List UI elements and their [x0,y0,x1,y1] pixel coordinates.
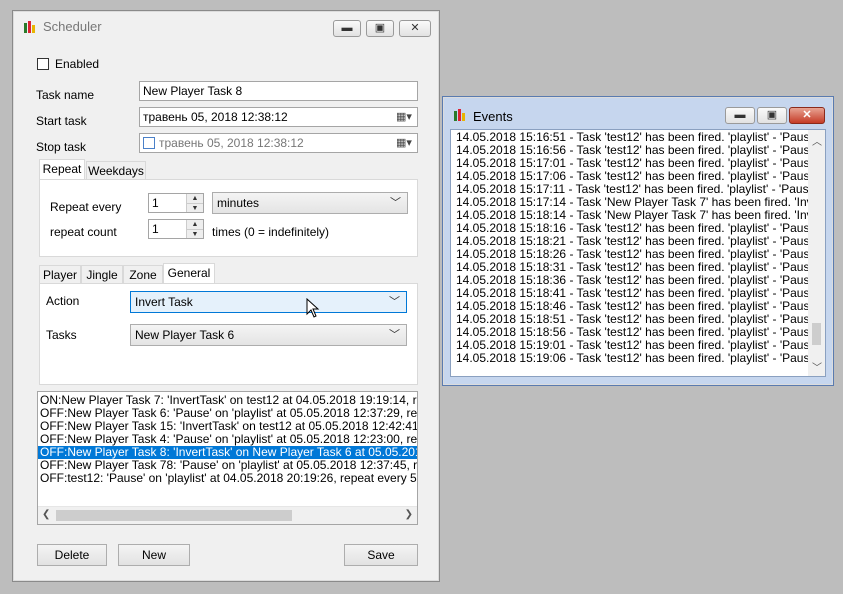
repeat-unit-select[interactable]: minutes ﹀ [212,192,408,214]
stepper-down-icon[interactable]: ▼ [187,204,203,212]
minimize-icon: ▬ [734,109,746,121]
events-title: Events [473,109,513,124]
action-select[interactable]: Invert Task ﹀ [130,291,407,313]
repeat-count-value: 1 [152,222,159,236]
vertical-scrollbar[interactable]: ︿ ﹀ [808,130,825,376]
stop-task-datepicker[interactable]: травень 05, 2018 12:38:12 ▦▾ [139,133,418,153]
tasks-label: Tasks [46,328,77,342]
app-icon [454,109,465,121]
app-icon [24,21,35,33]
start-task-datepicker[interactable]: травень 05, 2018 12:38:12 ▦▾ [139,107,418,127]
maximize-button[interactable]: ▣ [366,20,394,37]
chevron-left-icon[interactable]: ❮ [42,509,50,520]
close-icon: ✕ [802,109,812,121]
repeat-every-value: 1 [152,196,159,210]
chevron-down-icon: ﹀ [389,329,400,341]
tab-zone[interactable]: Zone [123,265,163,284]
repeat-count-stepper[interactable]: 1 ▲ ▼ [148,219,204,239]
stepper-buttons[interactable]: ▲ ▼ [186,194,203,212]
stepper-up-icon[interactable]: ▲ [187,194,203,204]
tasks-select[interactable]: New Player Task 6 ﹀ [130,324,407,346]
tab-repeat[interactable]: Repeat [39,159,85,180]
chevron-down-icon: ﹀ [390,197,401,209]
tab-general[interactable]: General [163,263,215,284]
stepper-up-icon[interactable]: ▲ [187,220,203,230]
enabled-checkbox[interactable] [37,58,49,70]
chevron-up-icon[interactable]: ︿ [812,133,822,148]
maximize-icon: ▣ [766,109,778,121]
events-log[interactable]: 14.05.2018 15:16:51 - Task 'test12' has … [450,129,826,377]
calendar-icon[interactable]: ▦▾ [396,110,414,124]
scrollbar-thumb[interactable] [812,323,821,345]
task-list-rows: ON:New Player Task 7: 'InvertTask' on te… [38,392,417,485]
chevron-down-icon: ﹀ [389,296,400,308]
mouse-cursor-icon [306,298,320,318]
events-titlebar[interactable]: Events ▬ ▣ ✕ [443,97,833,127]
events-log-rows: 14.05.2018 15:16:51 - Task 'test12' has … [451,130,825,365]
stop-task-checkbox[interactable] [143,137,155,149]
stop-task-label: Stop task [36,140,87,154]
delete-button[interactable]: Delete [37,544,107,566]
stepper-down-icon[interactable]: ▼ [187,230,203,238]
scheduler-window: Scheduler ▬ ▣ ✕ Enabled Task name New Pl… [12,10,440,582]
repeat-count-label: repeat count [50,225,117,239]
stepper-buttons[interactable]: ▲ ▼ [186,220,203,238]
task-list[interactable]: ON:New Player Task 7: 'InvertTask' on te… [37,391,418,525]
new-button[interactable]: New [118,544,190,566]
close-button[interactable]: ✕ [789,107,825,124]
close-button[interactable]: ✕ [399,20,431,37]
minimize-button[interactable]: ▬ [333,20,361,37]
tab-player[interactable]: Player [39,265,81,284]
calendar-icon[interactable]: ▦▾ [396,136,414,150]
start-task-label: Start task [36,114,87,128]
minimize-button[interactable]: ▬ [725,107,755,124]
minimize-icon: ▬ [341,22,353,34]
chevron-right-icon[interactable]: ❯ [405,509,413,520]
tasks-value: New Player Task 6 [135,328,235,342]
tab-jingle[interactable]: Jingle [81,265,123,284]
task-name-field[interactable]: New Player Task 8 [139,81,418,101]
action-label: Action [46,294,80,308]
repeat-count-hint: times (0 = indefinitely) [212,225,330,239]
repeat-every-stepper[interactable]: 1 ▲ ▼ [148,193,204,213]
close-icon: ✕ [410,22,420,34]
start-task-value: травень 05, 2018 12:38:12 [143,110,288,124]
action-value: Invert Task [135,295,193,309]
window-title: Scheduler [43,19,102,34]
stop-task-value: травень 05, 2018 12:38:12 [159,136,304,150]
repeat-panel: Repeat every 1 ▲ ▼ minutes ﹀ repeat count… [39,179,418,257]
horizontal-scrollbar[interactable]: ❮ ❯ [38,506,417,524]
tab-weekdays[interactable]: Weekdays [86,161,146,180]
repeat-unit-value: minutes [217,196,260,210]
scheduler-titlebar[interactable]: Scheduler ▬ ▣ ✕ [13,11,439,41]
chevron-down-icon[interactable]: ﹀ [812,359,822,374]
list-item[interactable]: OFF:test12: 'Pause' on 'playlist' at 04.… [38,472,417,485]
events-window: Events ▬ ▣ ✕ 14.05.2018 15:16:51 - Task … [442,96,834,386]
maximize-button[interactable]: ▣ [757,107,787,124]
repeat-every-label: Repeat every [50,200,122,214]
general-panel: Action Invert Task ﹀ Tasks New Player Ta… [39,283,418,385]
log-line: 14.05.2018 15:19:06 - Task 'test12' has … [456,351,819,365]
scrollbar-thumb[interactable] [56,510,292,521]
maximize-icon: ▣ [374,22,386,34]
save-button[interactable]: Save [344,544,418,566]
task-name-label: Task name [36,88,95,102]
enabled-label: Enabled [55,57,100,71]
